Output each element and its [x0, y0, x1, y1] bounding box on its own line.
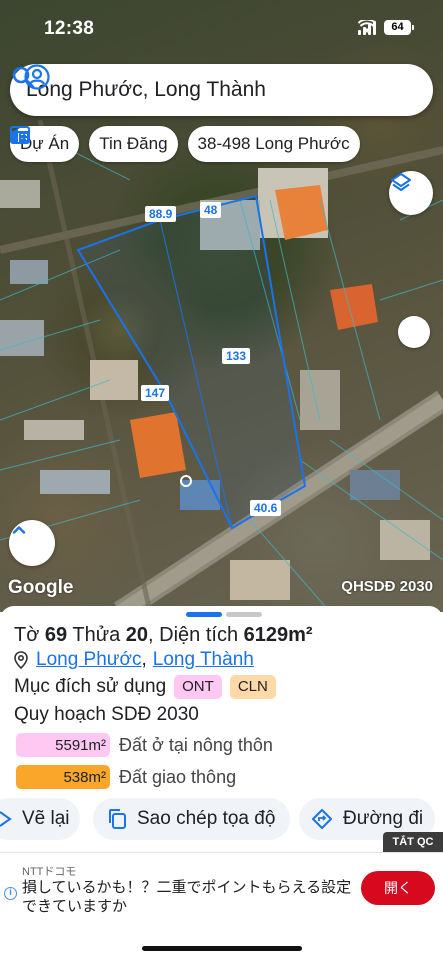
ad-banner[interactable]: i NTTドコモ 損しているかも！？二重でポイントもらえる設定できていますか 開…	[0, 852, 443, 928]
status-bar: 12:38 64	[0, 0, 443, 60]
location-separator: ,	[141, 649, 147, 670]
area-prefix: , Diện tích	[148, 624, 239, 646]
action-bar: Vẽ lại Sao chép tọa độ Đường đi	[0, 798, 443, 842]
chip-address[interactable]: 38-498 Long Phước	[187, 126, 360, 162]
plan-label: Quy hoạch SDĐ 2030	[14, 704, 199, 725]
area-type-label: Đất giao thông	[119, 766, 237, 787]
area-value: 6129m²	[243, 624, 313, 646]
chip-listings[interactable]: Tin Đăng	[10, 126, 178, 162]
copy-coordinates-label: Sao chép tọa độ	[137, 808, 276, 829]
lot-prefix: Thửa	[72, 624, 121, 646]
purpose-label: Mục đích sử dụng	[14, 676, 167, 697]
copy-icon	[109, 809, 126, 829]
land-use-tag: ONT	[174, 675, 222, 699]
area-breakdown-row: 5591m² Đất ở tại nông thôn	[16, 733, 273, 757]
purpose-row: Mục đích sử dụng ONT CLN	[14, 675, 276, 699]
search-bar[interactable]: Long Phước, Long Thành	[10, 64, 433, 116]
dimension-label: 147	[141, 385, 170, 401]
area-value-box: 538m²	[16, 765, 110, 789]
chip-listings-label: Tin Đăng	[99, 134, 168, 153]
layers-button[interactable]	[389, 171, 433, 215]
chevron-up-icon	[12, 526, 26, 534]
search-icon[interactable]	[10, 64, 36, 90]
directions-icon	[312, 809, 332, 829]
land-use-tag: CLN	[229, 675, 276, 699]
status-time: 12:38	[44, 18, 95, 39]
location-row: Long Phước , Long Thành	[14, 649, 254, 671]
dimension-label: 40.6	[250, 500, 282, 516]
pager-dot-active	[186, 612, 222, 617]
redraw-icon	[0, 811, 12, 827]
dimension-label: 88.9	[145, 206, 177, 222]
district-link[interactable]: Long Thành	[153, 649, 254, 671]
listing-icon	[10, 126, 30, 144]
opacity-slider-handle[interactable]	[398, 316, 430, 348]
directions-label: Đường đi	[343, 808, 424, 829]
sheet-number: 69	[44, 624, 68, 646]
chip-address-label: 38-498 Long Phước	[197, 134, 350, 153]
search-query[interactable]: Long Phước, Long Thành	[26, 78, 433, 102]
ad-brand: NTTドコモ	[22, 866, 77, 878]
dimension-label: 48	[200, 202, 222, 218]
map-layer-label: QHSDĐ 2030	[341, 578, 433, 595]
filter-chips: Dự Án Tin Đăng 38-498 Long Phước	[10, 126, 360, 162]
wifi-icon	[358, 20, 376, 33]
area-value-box: 5591m²	[16, 733, 110, 757]
ward-link[interactable]: Long Phước	[36, 649, 141, 671]
ad-open-button[interactable]: 開く	[361, 871, 435, 905]
dimension-label: 133	[222, 348, 251, 364]
map-view[interactable]: 88.9 48 133 147 40.6 12:38 64 Long Phước…	[0, 0, 443, 612]
google-logo: Google	[8, 577, 74, 598]
area-breakdown-row: 538m² Đất giao thông	[16, 765, 236, 789]
copy-coordinates-button[interactable]: Sao chép tọa độ	[93, 798, 290, 840]
parcel-info-sheet: Tờ 69 Thửa 20, Diện tích 6129m² Long Phư…	[0, 606, 443, 960]
sheet-prefix: Tờ	[14, 624, 40, 646]
parcel-title: Tờ 69 Thửa 20, Diện tích 6129m²	[14, 624, 313, 647]
collapse-button[interactable]	[9, 520, 55, 566]
redraw-button[interactable]: Vẽ lại	[0, 798, 80, 840]
close-ad-button[interactable]: TẮT QC	[383, 832, 443, 852]
status-icons: 64	[358, 20, 414, 35]
sheet-pager	[186, 612, 262, 617]
home-indicator[interactable]	[142, 946, 302, 951]
pager-dot	[226, 612, 262, 617]
lot-number: 20	[125, 624, 149, 646]
battery-icon: 64	[384, 20, 414, 35]
location-pin-icon	[14, 651, 28, 669]
area-type-label: Đất ở tại nông thôn	[119, 734, 273, 755]
redraw-label: Vẽ lại	[22, 808, 70, 829]
info-icon[interactable]: i	[4, 887, 17, 900]
ad-text: 損しているかも！？二重でポイントもらえる設定できていますか	[22, 878, 352, 915]
layers-icon	[391, 173, 411, 191]
